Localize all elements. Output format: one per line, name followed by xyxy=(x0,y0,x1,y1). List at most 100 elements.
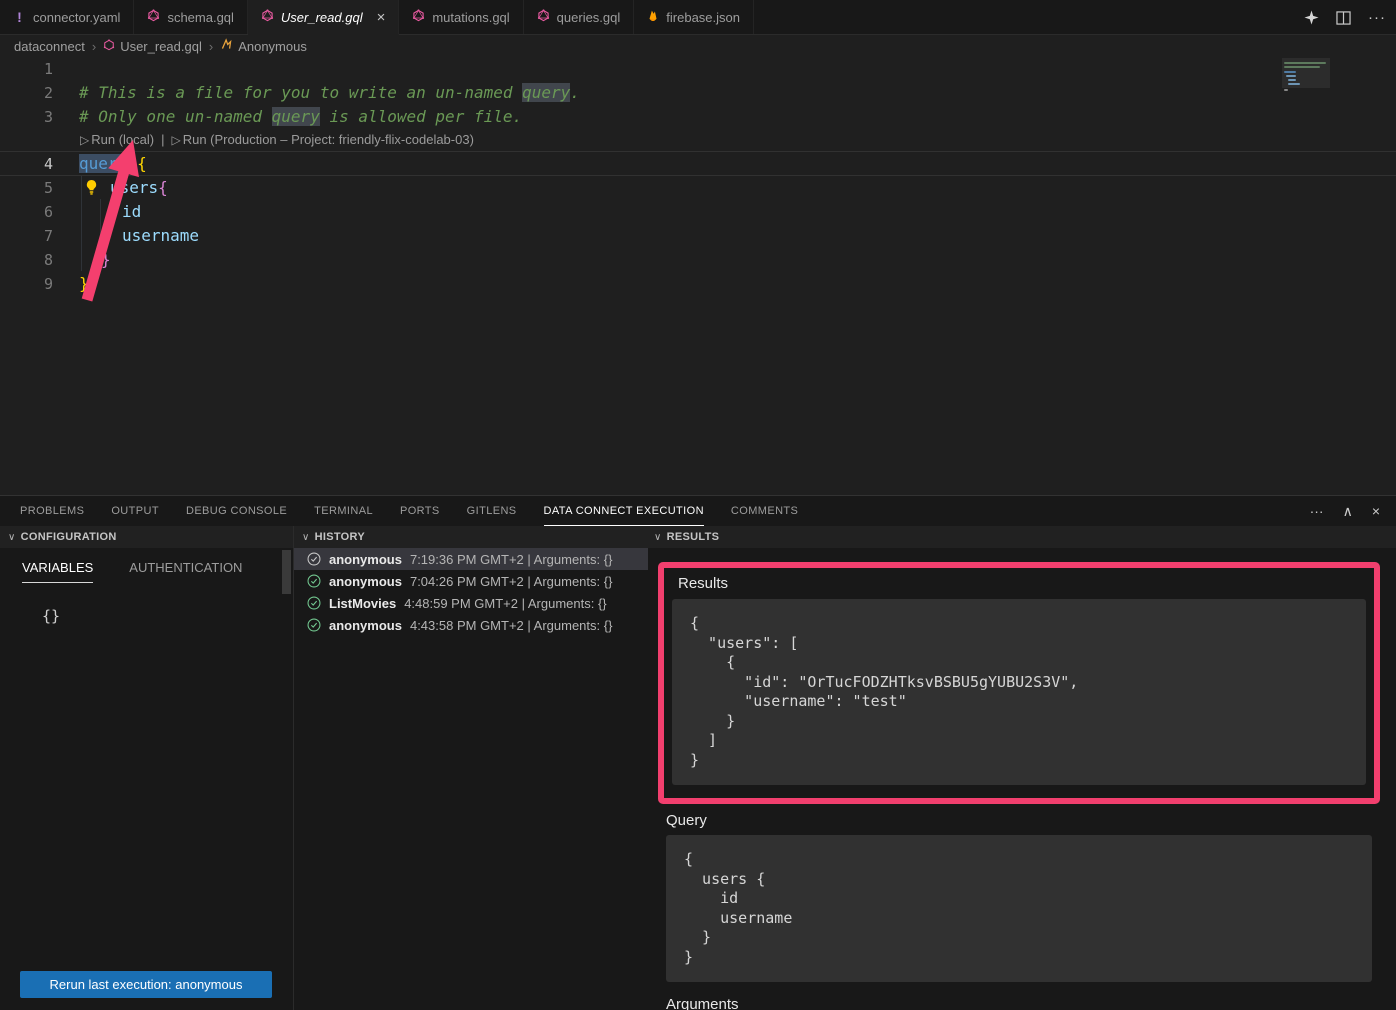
results-header[interactable]: ∨ RESULTS xyxy=(648,526,1396,548)
code-line-8[interactable]: 8 } xyxy=(0,248,1396,272)
line-number[interactable]: 6 xyxy=(0,200,62,224)
scrollbar-thumb[interactable] xyxy=(282,550,291,594)
tab-queries-gql[interactable]: queries.gql xyxy=(524,0,635,34)
run-production-button[interactable]: ▷Run (Production – Project: friendly-fli… xyxy=(171,129,473,151)
panel-tab-problems[interactable]: PROBLEMS xyxy=(20,496,84,526)
tab-connector-yaml[interactable]: ! connector.yaml xyxy=(0,0,134,34)
code-line-3[interactable]: 3 # Only one un-named query is allowed p… xyxy=(0,105,1396,129)
line-number[interactable]: 8 xyxy=(0,248,62,272)
tab-label: schema.gql xyxy=(167,10,233,25)
code-line-7[interactable]: 7 username xyxy=(0,224,1396,248)
panel-tab-gitlens[interactable]: GITLENS xyxy=(467,496,517,526)
copilot-sparkle-icon[interactable] xyxy=(1304,10,1319,25)
results-scroll-area[interactable]: Results { "users": [ { "id": "OrTucFODZH… xyxy=(648,548,1396,1010)
tab-authentication[interactable]: AUTHENTICATION xyxy=(129,560,242,583)
comment-text: . xyxy=(570,83,580,102)
history-item[interactable]: anonymous 7:19:36 PM GMT+2 | Arguments: … xyxy=(294,548,648,570)
breadcrumb-dataconnect[interactable]: dataconnect xyxy=(14,39,85,54)
line-number[interactable]: 5 xyxy=(0,176,62,200)
close-icon[interactable]: × xyxy=(377,10,386,25)
check-circle-icon xyxy=(307,596,321,610)
line-number[interactable]: 9 xyxy=(0,272,62,296)
configuration-header[interactable]: ∨ CONFIGURATION xyxy=(0,526,293,548)
comment-text: # Only one un-named xyxy=(79,107,272,126)
minimap-line xyxy=(1284,89,1288,91)
code-line-9[interactable]: 9 } xyxy=(0,272,1396,296)
panel-maximize-icon[interactable]: ∧ xyxy=(1343,504,1353,518)
field-id: id xyxy=(122,202,141,221)
chevron-down-icon: ∨ xyxy=(302,532,310,543)
history-item[interactable]: anonymous 7:04:26 PM GMT+2 | Arguments: … xyxy=(294,570,648,592)
history-item-meta: 4:43:58 PM GMT+2 | Arguments: {} xyxy=(410,618,612,633)
tab-schema-gql[interactable]: schema.gql xyxy=(134,0,247,34)
line-number[interactable]: 3 xyxy=(0,105,62,129)
bottom-panel: PROBLEMS OUTPUT DEBUG CONSOLE TERMINAL P… xyxy=(0,495,1396,1010)
history-item-name: anonymous xyxy=(329,574,402,589)
more-actions-icon[interactable]: ··· xyxy=(1368,9,1386,26)
chevron-down-icon: ∨ xyxy=(654,532,662,543)
comment-text: is allowed per file. xyxy=(320,107,522,126)
rerun-button[interactable]: Rerun last execution: anonymous xyxy=(20,971,272,998)
line-number[interactable]: 4 xyxy=(0,152,62,175)
history-item[interactable]: anonymous 4:43:58 PM GMT+2 | Arguments: … xyxy=(294,614,648,636)
panel-actions: ··· ∧ × xyxy=(1310,496,1380,526)
history-item[interactable]: ListMovies 4:48:59 PM GMT+2 | Arguments:… xyxy=(294,592,648,614)
history-item-meta: 7:04:26 PM GMT+2 | Arguments: {} xyxy=(410,574,612,589)
lightbulb-icon[interactable] xyxy=(84,179,99,200)
line-number[interactable]: 1 xyxy=(0,57,62,81)
minimap-line xyxy=(1284,66,1320,68)
line-number[interactable]: 2 xyxy=(0,81,62,105)
history-item-meta: 4:48:59 PM GMT+2 | Arguments: {} xyxy=(404,596,606,611)
variables-value[interactable]: {} xyxy=(42,607,293,625)
panel-tab-debug-console[interactable]: DEBUG CONSOLE xyxy=(186,496,287,526)
code-line-2[interactable]: 2 # This is a file for you to write an u… xyxy=(0,81,1396,105)
code-line-1[interactable]: 1 xyxy=(0,57,1396,81)
panel-tab-comments[interactable]: COMMENTS xyxy=(731,496,798,526)
query-block[interactable]: { users { id username } } xyxy=(666,835,1372,982)
yaml-warning-icon: ! xyxy=(13,9,26,25)
code-line-6[interactable]: 6 id xyxy=(0,200,1396,224)
run-icon: ▷ xyxy=(171,129,180,151)
breadcrumb-file[interactable]: User_read.gql xyxy=(103,39,202,54)
open-brace: { xyxy=(158,178,168,197)
history-header[interactable]: ∨ HISTORY xyxy=(294,526,648,548)
panel-tab-ports[interactable]: PORTS xyxy=(400,496,440,526)
graphql-icon xyxy=(537,9,550,25)
editor-tab-bar: ! connector.yaml schema.gql User_read.gq… xyxy=(0,0,1396,35)
minimap[interactable] xyxy=(1282,58,1330,146)
tab-mutations-gql[interactable]: mutations.gql xyxy=(399,0,523,34)
tab-user-read-gql[interactable]: User_read.gql × xyxy=(248,0,399,35)
history-item-name: anonymous xyxy=(329,552,402,567)
line-number[interactable]: 7 xyxy=(0,224,62,248)
check-circle-icon xyxy=(307,618,321,632)
tab-label: firebase.json xyxy=(666,10,740,25)
results-json-block[interactable]: { "users": [ { "id": "OrTucFODZHTksvBSBU… xyxy=(672,599,1366,785)
history-item-name: ListMovies xyxy=(329,596,396,611)
panel-tab-output[interactable]: OUTPUT xyxy=(111,496,159,526)
panel-close-icon[interactable]: × xyxy=(1372,504,1380,518)
panel-tab-data-connect-execution[interactable]: DATA CONNECT EXECUTION xyxy=(544,496,704,526)
minimap-line xyxy=(1284,71,1296,73)
code-editor[interactable]: 1 2 # This is a file for you to write an… xyxy=(0,57,1396,495)
panel-tab-terminal[interactable]: TERMINAL xyxy=(314,496,373,526)
check-circle-icon xyxy=(307,574,321,588)
keyword-query: query xyxy=(79,154,127,173)
firebase-flame-icon xyxy=(647,9,659,26)
minimap-line xyxy=(1284,62,1326,64)
panel-more-icon[interactable]: ··· xyxy=(1310,504,1324,518)
breadcrumb-anonymous[interactable]: Anonymous xyxy=(220,38,307,54)
editor-actions: ··· xyxy=(1304,0,1386,35)
close-brace: } xyxy=(101,250,111,269)
code-line-5[interactable]: 5 users{ xyxy=(0,176,1396,200)
arguments-label: Arguments xyxy=(666,996,1396,1010)
codelens-separator: | xyxy=(161,129,164,151)
split-editor-icon[interactable] xyxy=(1336,11,1351,25)
run-local-button[interactable]: ▷Run (local) xyxy=(80,129,154,151)
tab-variables[interactable]: VARIABLES xyxy=(22,560,93,583)
code-line-4[interactable]: 4 query{ xyxy=(0,151,1396,176)
tab-firebase-json[interactable]: firebase.json xyxy=(634,0,754,34)
query-label: Query xyxy=(666,812,1396,829)
highlighted-word: query xyxy=(272,107,320,126)
graphql-icon xyxy=(261,9,274,25)
graphql-icon xyxy=(147,9,160,25)
